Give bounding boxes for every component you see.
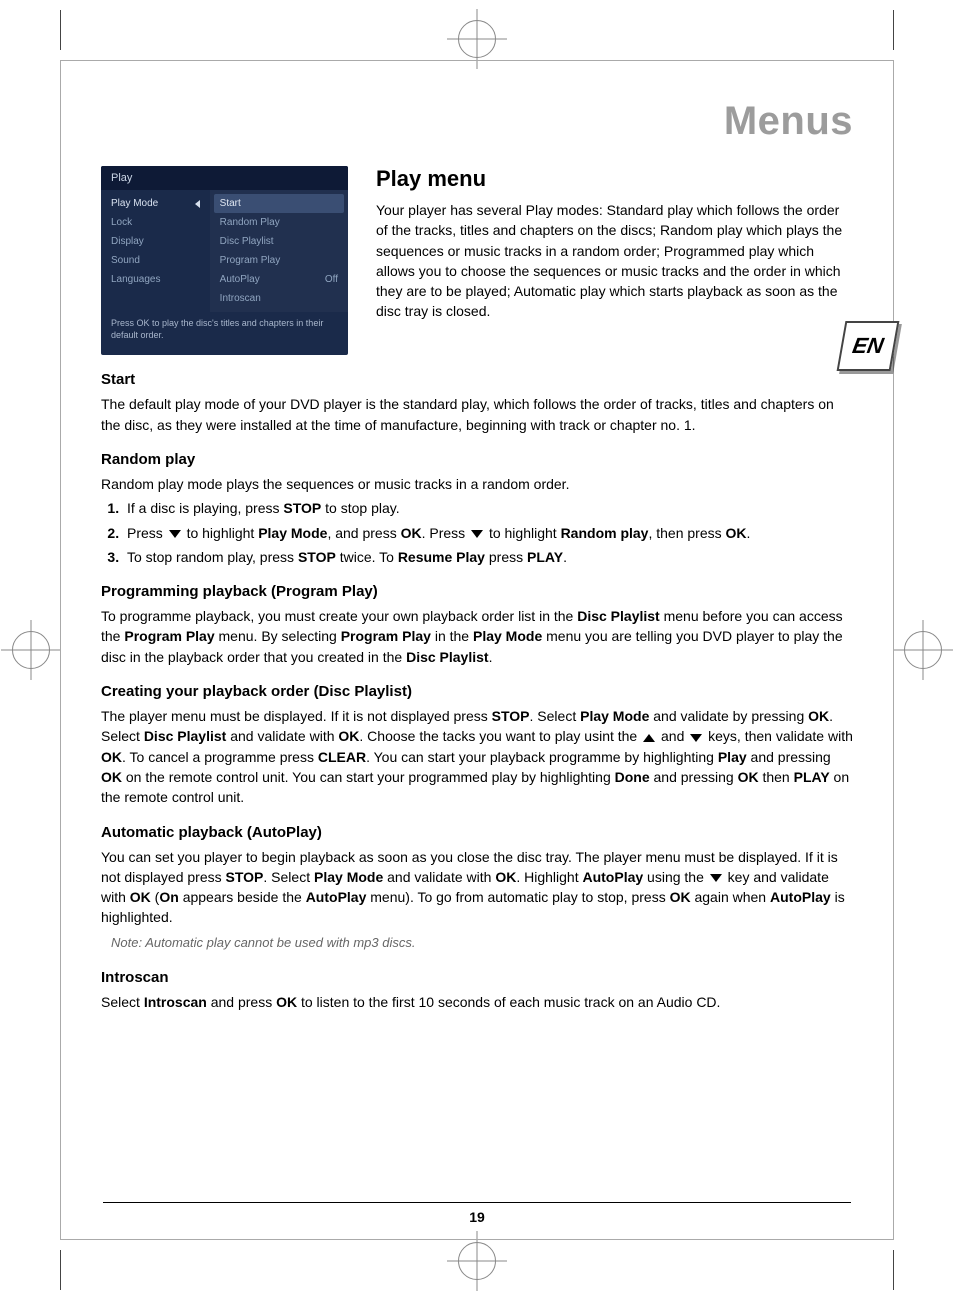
language-badge-text: EN [837, 321, 900, 371]
autoplay-note: Note: Automatic play cannot be used with… [111, 934, 853, 953]
start-body: The default play mode of your DVD player… [101, 394, 853, 435]
osd-footer-hint: Press OK to play the disc's titles and c… [101, 312, 348, 355]
arrow-down-icon [169, 530, 181, 538]
random-step-2: Press to highlight Play Mode, and press … [123, 523, 853, 543]
play-menu-body: Your player has several Play modes: Stan… [376, 200, 853, 322]
osd-left-column: Play Mode Lock Display Sound Languages [101, 190, 210, 312]
page-content: Menus EN Play Play Mode Lock Display Sou… [60, 60, 894, 1240]
creating-heading: Creating your playback order (Disc Playl… [101, 683, 853, 700]
osd-right-label: AutoPlay [220, 274, 260, 285]
registration-mark-icon [12, 631, 50, 669]
osd-right-item: Program Play [210, 251, 348, 270]
page-number: 19 [61, 1202, 893, 1225]
play-menu-intro: Play menu Your player has several Play m… [376, 166, 853, 322]
osd-right-label: Random Play [220, 217, 280, 228]
crop-mark [893, 1250, 894, 1290]
osd-left-item: Lock [101, 213, 210, 232]
random-intro: Random play mode plays the sequences or … [101, 474, 853, 494]
crop-mark [60, 10, 61, 50]
osd-right-item: Introscan [210, 289, 348, 308]
arrow-up-icon [643, 734, 655, 742]
osd-left-item: Display [101, 232, 210, 251]
osd-right-item: Random Play [210, 213, 348, 232]
osd-right-value: Off [325, 274, 338, 285]
program-body: To programme playback, you must create y… [101, 606, 853, 667]
program-heading: Programming playback (Program Play) [101, 583, 853, 600]
osd-left-item: Play Mode [101, 194, 210, 213]
random-step-1: If a disc is playing, press STOP to stop… [123, 498, 853, 518]
arrow-down-icon [710, 874, 722, 882]
introscan-heading: Introscan [101, 969, 853, 986]
random-step-3: To stop random play, press STOP twice. T… [123, 547, 853, 567]
registration-mark-icon [458, 1242, 496, 1280]
page-title: Menus [101, 99, 853, 144]
osd-right-column: Start Random Play Disc Playlist Program … [210, 190, 348, 312]
play-menu-heading: Play menu [376, 166, 853, 192]
registration-mark-icon [458, 20, 496, 58]
autoplay-body: You can set you player to begin playback… [101, 847, 853, 928]
language-badge: EN [841, 321, 895, 371]
crop-mark [893, 10, 894, 50]
osd-left-label: Sound [111, 255, 140, 266]
osd-right-label: Program Play [220, 255, 281, 266]
arrow-down-icon [471, 530, 483, 538]
osd-left-item: Sound [101, 251, 210, 270]
osd-right-item: AutoPlay Off [210, 270, 348, 289]
osd-right-label: Start [220, 198, 241, 209]
osd-left-label: Play Mode [111, 198, 158, 209]
osd-right-item: Disc Playlist [210, 232, 348, 251]
introscan-body: Select Introscan and press OK to listen … [101, 992, 853, 1012]
autoplay-heading: Automatic playback (AutoPlay) [101, 824, 853, 841]
triangle-left-icon [195, 200, 200, 208]
osd-left-label: Lock [111, 217, 132, 228]
osd-right-label: Introscan [220, 293, 261, 304]
registration-mark-icon [904, 631, 942, 669]
osd-left-label: Languages [111, 274, 161, 285]
osd-menu-screenshot: Play Play Mode Lock Display Sound Langua… [101, 166, 348, 355]
random-heading: Random play [101, 451, 853, 468]
osd-title: Play [101, 166, 348, 190]
start-heading: Start [101, 371, 853, 388]
osd-left-label: Display [111, 236, 144, 247]
random-steps: If a disc is playing, press STOP to stop… [101, 498, 853, 567]
osd-right-label: Disc Playlist [220, 236, 274, 247]
arrow-down-icon [690, 734, 702, 742]
crop-mark [60, 1250, 61, 1290]
osd-left-item: Languages [101, 270, 210, 289]
osd-right-item: Start [214, 194, 344, 213]
creating-body: The player menu must be displayed. If it… [101, 706, 853, 807]
